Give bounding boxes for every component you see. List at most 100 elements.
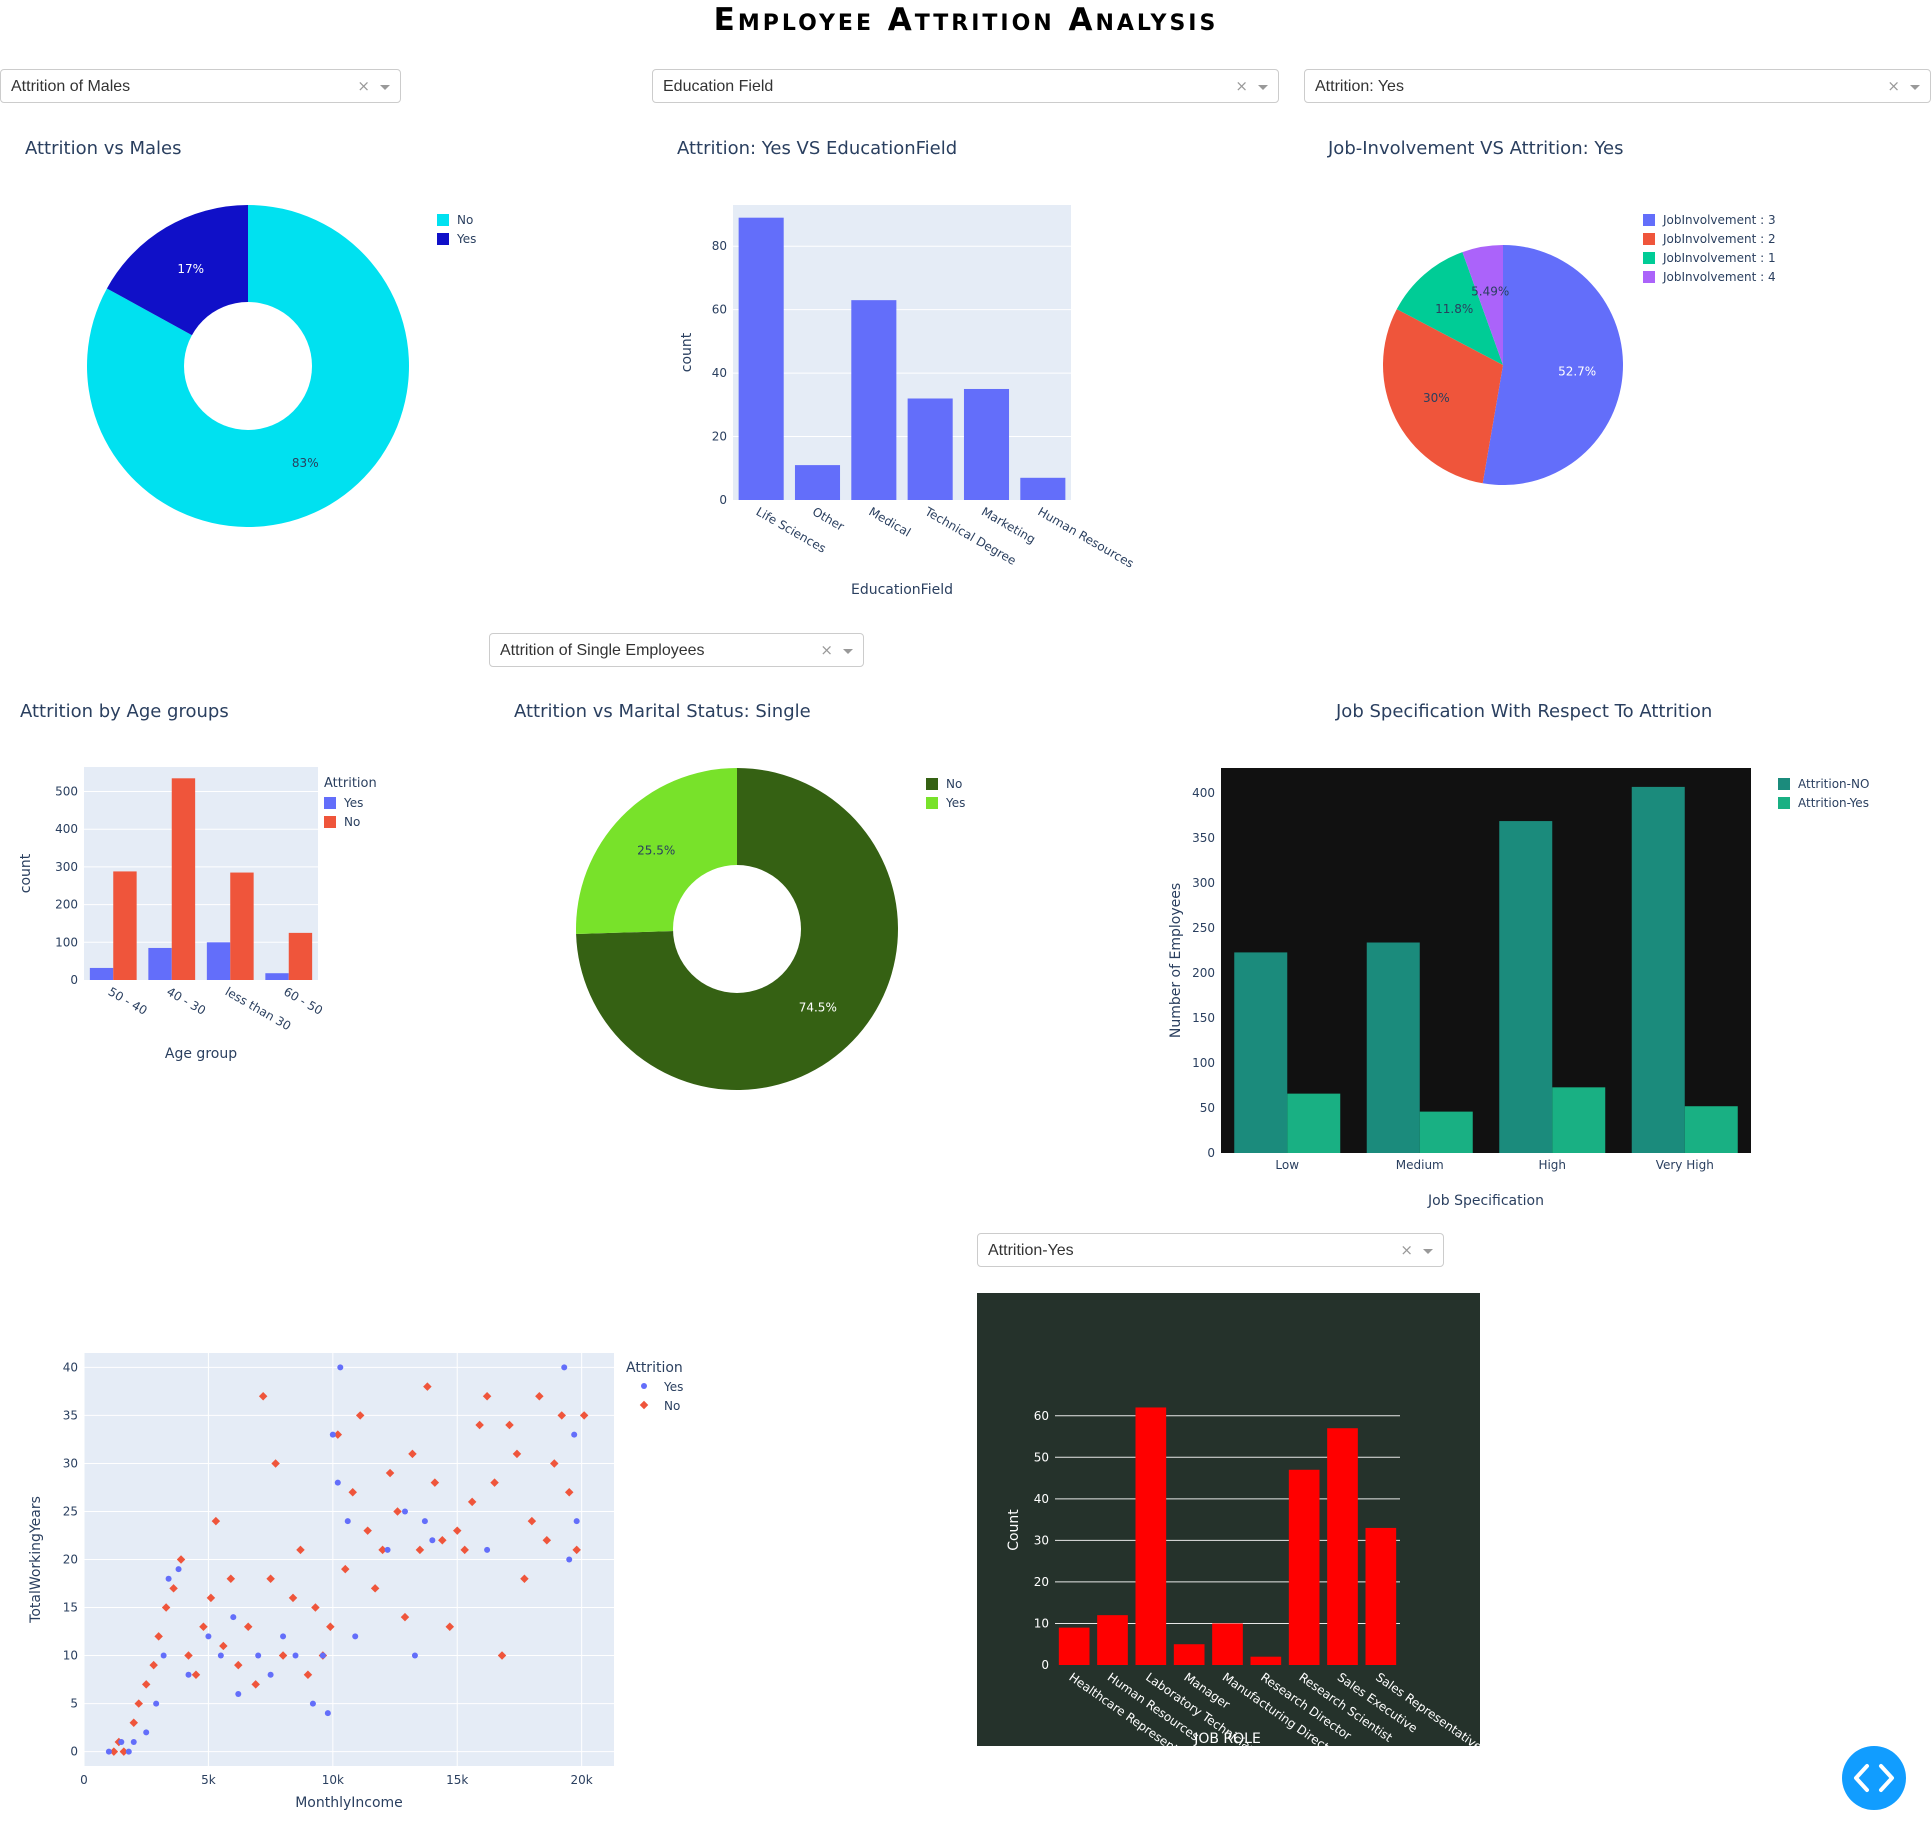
x-axis-label: Age group (165, 1046, 237, 1062)
slice-label: 5.49% (1471, 285, 1509, 299)
bar (1631, 786, 1685, 1153)
scatter-point (118, 1738, 125, 1745)
y-tick-label: 100 (1192, 1056, 1215, 1070)
legend-label: No (344, 815, 360, 829)
y-tick-label: 100 (55, 935, 78, 949)
scatter-point (255, 1652, 262, 1659)
y-tick-label: 0 (70, 973, 78, 987)
scatter-point (561, 1364, 568, 1371)
y-tick-label: 15 (63, 1601, 78, 1615)
y-tick-label: 200 (1192, 966, 1215, 980)
x-tick-label: 50 - 40 (106, 984, 150, 1017)
x-tick-label: Medium (1396, 1158, 1444, 1172)
scatter-point (352, 1633, 359, 1640)
y-tick-label: 60 (712, 303, 727, 317)
legend-label: Yes (663, 1380, 683, 1394)
legend-title: Attrition (626, 1360, 683, 1376)
y-axis-label: Number of Employees (1168, 883, 1184, 1038)
scatter-point (566, 1556, 573, 1563)
code-icon (1854, 1764, 1894, 1792)
donut-hole (673, 865, 801, 993)
legend-swatch (1643, 214, 1655, 226)
x-tick-label: 0 (80, 1773, 88, 1787)
y-tick-label: 60 (1034, 1409, 1049, 1423)
slice-label: 74.5% (799, 1000, 837, 1014)
scatter-point (160, 1652, 167, 1659)
y-tick-label: 20 (1034, 1575, 1049, 1589)
slice-label: 25.5% (637, 844, 675, 858)
scatter-point (235, 1690, 242, 1697)
bar (1684, 1106, 1738, 1153)
bar (1499, 821, 1553, 1153)
legend-label: No (946, 777, 962, 791)
y-tick-label: 5 (70, 1697, 78, 1711)
y-tick-label: 200 (55, 898, 78, 912)
legend-label: No (664, 1399, 680, 1413)
x-axis-label: MonthlyIncome (295, 1795, 403, 1811)
bar (1327, 1428, 1358, 1665)
scatter-point (411, 1652, 418, 1659)
x-tick-label: 20k (571, 1773, 593, 1787)
scatter-point (429, 1537, 436, 1544)
code-toggle-button[interactable] (1842, 1746, 1906, 1810)
bar (1365, 1527, 1397, 1665)
x-tick-label: 10k (322, 1773, 344, 1787)
y-tick-label: 0 (70, 1745, 78, 1759)
scatter-point (334, 1479, 341, 1486)
legend-label: JobInvolvement : 2 (1662, 232, 1776, 246)
y-tick-label: 500 (55, 785, 78, 799)
y-tick-label: 400 (1192, 786, 1215, 800)
x-tick-label: Low (1275, 1158, 1299, 1172)
y-axis-label: Count (1006, 1509, 1022, 1551)
x-tick-label: 40 - 30 (164, 984, 208, 1017)
legend-swatch (437, 233, 449, 245)
y-tick-label: 400 (55, 822, 78, 836)
legend-swatch (926, 778, 938, 790)
bar (1173, 1644, 1205, 1665)
y-tick-label: 25 (63, 1504, 78, 1518)
x-tick-label: less than 30 (223, 984, 294, 1033)
scatter-point (292, 1652, 299, 1659)
x-tick-label: 5k (201, 1773, 216, 1787)
scatter-point (280, 1633, 287, 1640)
legend-swatch (324, 816, 336, 828)
legend-swatch (324, 797, 336, 809)
scatter-point (105, 1748, 112, 1755)
slice-label: 83% (292, 456, 319, 470)
charts-layer: 83%17%NoYes020406080Life SciencesOther Me… (18, 205, 1869, 1811)
scatter-point (573, 1518, 580, 1525)
x-tick-label: Other (810, 504, 847, 533)
scatter-point (230, 1614, 237, 1621)
scatter-point (130, 1738, 137, 1745)
scatter-point (175, 1566, 182, 1573)
legend-swatch (1643, 233, 1655, 245)
x-tick-label: Medical (866, 504, 913, 539)
bar (1135, 1407, 1167, 1665)
bar (1419, 1111, 1473, 1153)
legend-label: Yes (945, 796, 965, 810)
scatter-point (329, 1431, 336, 1438)
legend-swatch (926, 797, 938, 809)
bar (171, 778, 196, 980)
legend-swatch (437, 214, 449, 226)
y-tick-label: 30 (1034, 1533, 1049, 1547)
y-tick-label: 40 (63, 1360, 78, 1374)
y-tick-label: 40 (1034, 1492, 1049, 1506)
scatter-point (143, 1729, 150, 1736)
bar (1250, 1656, 1282, 1665)
legend-label: Yes (456, 232, 476, 246)
scatter-point (337, 1364, 344, 1371)
scatter-point (401, 1508, 408, 1515)
scatter-point (205, 1633, 212, 1640)
y-axis-label: count (679, 332, 695, 372)
scatter-point (153, 1700, 160, 1707)
bar (1287, 1093, 1341, 1153)
bar (738, 217, 784, 500)
bar (1234, 952, 1288, 1153)
legend-label: Attrition-NO (1798, 777, 1869, 791)
scatter-point (165, 1575, 172, 1582)
pie-slice (1482, 245, 1623, 485)
bar (89, 967, 114, 980)
legend-label: JobInvolvement : 3 (1662, 213, 1776, 227)
bar (1552, 1087, 1606, 1153)
